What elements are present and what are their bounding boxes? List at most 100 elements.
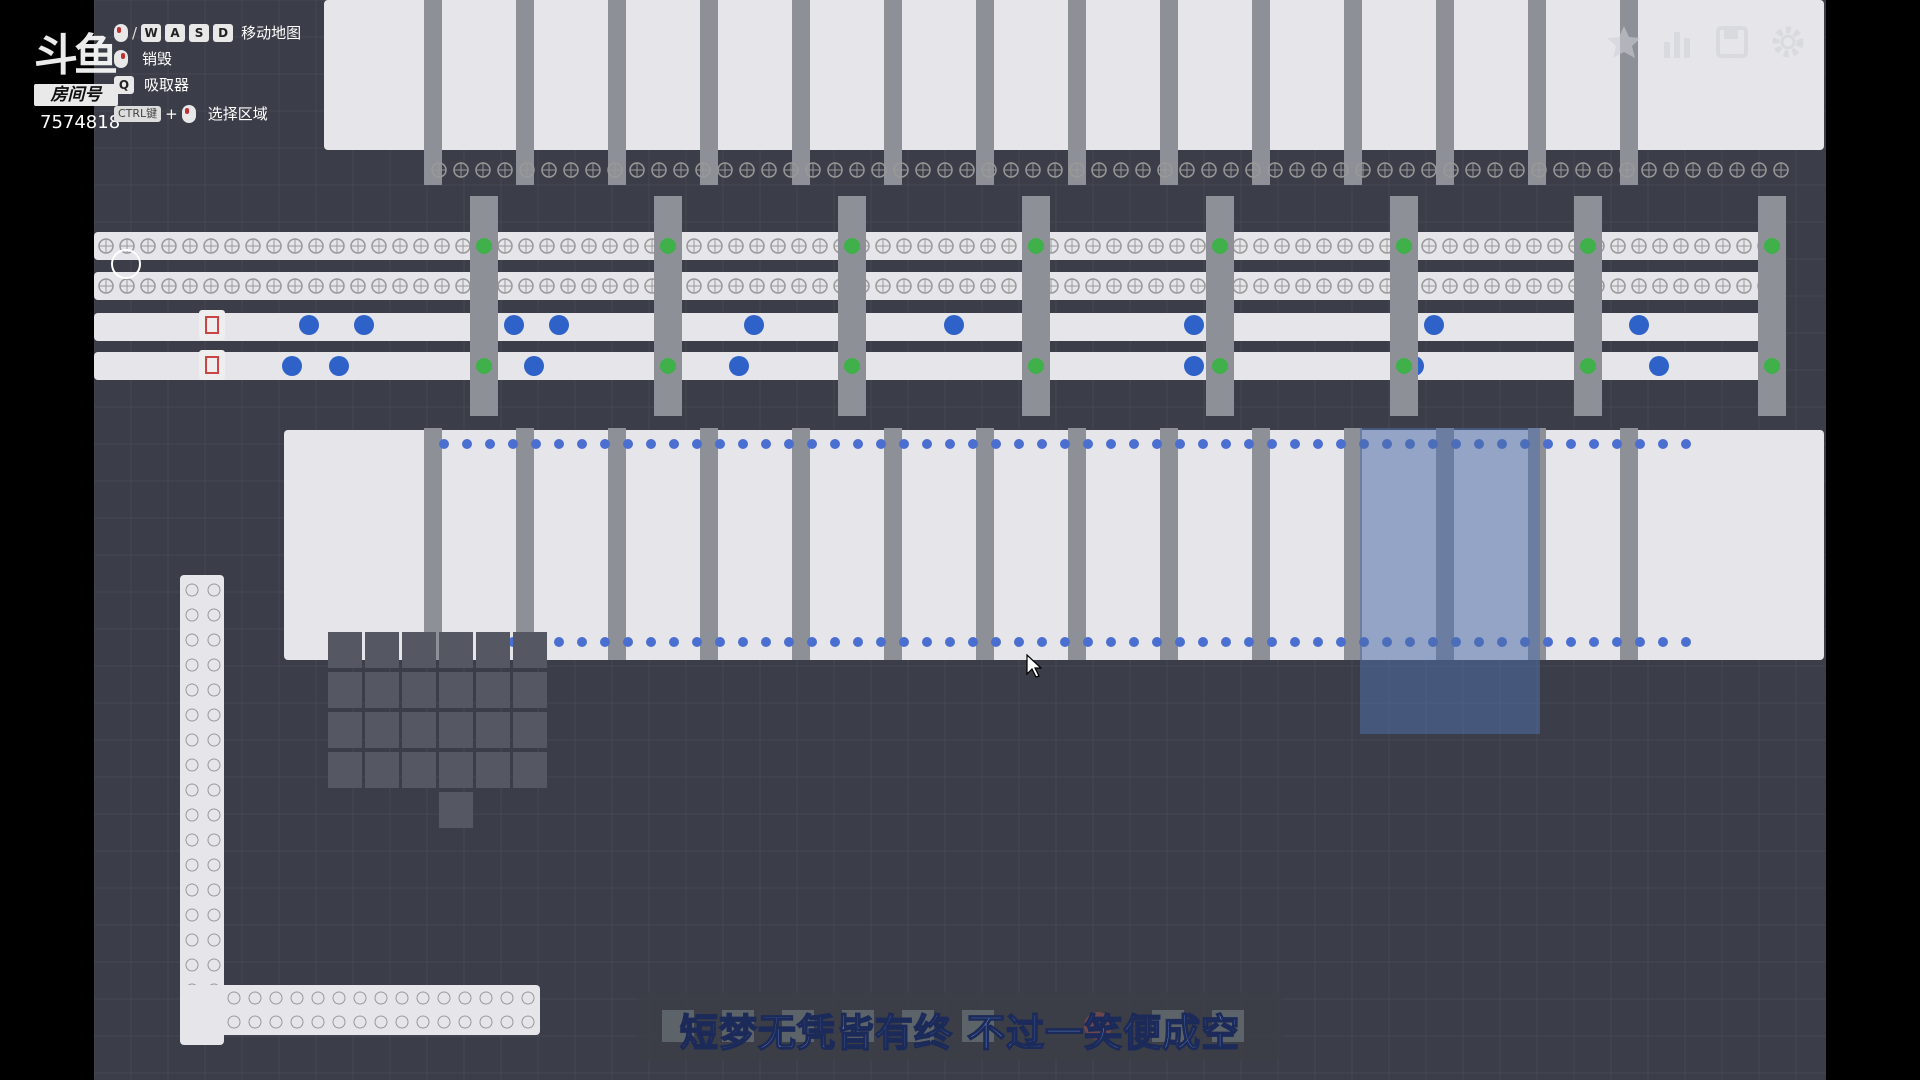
machine-column[interactable] <box>792 0 810 185</box>
chart-icon[interactable] <box>1658 22 1698 62</box>
empty-slot[interactable] <box>513 632 547 668</box>
blue-node[interactable] <box>504 315 524 335</box>
empty-slot[interactable] <box>476 672 510 708</box>
splitter[interactable] <box>654 196 682 416</box>
machine-column[interactable] <box>884 0 902 185</box>
belt-middle-block[interactable] <box>284 430 1824 660</box>
empty-slot[interactable] <box>365 632 399 668</box>
machine-column[interactable] <box>1160 428 1178 660</box>
empty-slot[interactable] <box>439 792 473 828</box>
machine-column[interactable] <box>608 0 626 185</box>
control-label: 移动地图 <box>241 24 302 42</box>
mouse-cursor-icon <box>1026 654 1042 678</box>
empty-slot[interactable] <box>402 672 436 708</box>
blue-node[interactable] <box>1184 356 1204 376</box>
machine-column[interactable] <box>1068 0 1086 185</box>
machine-column[interactable] <box>516 0 534 185</box>
machine-column[interactable] <box>700 428 718 660</box>
settings-icon[interactable] <box>1768 22 1808 62</box>
belt-row-3[interactable] <box>94 313 1774 341</box>
empty-slot[interactable] <box>476 712 510 748</box>
separator: / <box>132 23 138 42</box>
room-label: 房间号 <box>34 84 118 106</box>
splitter[interactable] <box>1574 196 1602 416</box>
empty-slot[interactable] <box>328 712 362 748</box>
belt-row-1[interactable] <box>94 232 1774 260</box>
belt-row-2[interactable] <box>94 272 1774 300</box>
blue-node[interactable] <box>354 315 374 335</box>
machine-column[interactable] <box>1528 0 1546 185</box>
blue-node[interactable] <box>524 356 544 376</box>
splitter[interactable] <box>1022 196 1050 416</box>
machine-column[interactable] <box>1620 428 1638 660</box>
blue-node[interactable] <box>1184 315 1204 335</box>
splitter[interactable] <box>838 196 866 416</box>
control-hint-pipette: Q 吸取器 <box>114 74 189 95</box>
trash-icon[interactable] <box>199 350 225 380</box>
control-label: 选择区域 <box>207 105 268 123</box>
mouse-icon <box>114 23 128 42</box>
mouse-right-icon <box>114 49 128 68</box>
empty-slot[interactable] <box>365 712 399 748</box>
empty-slot[interactable] <box>439 672 473 708</box>
machine-column[interactable] <box>1252 0 1270 185</box>
blue-node[interactable] <box>1629 315 1649 335</box>
blue-node[interactable] <box>1424 315 1444 335</box>
selection-area[interactable] <box>1360 428 1540 734</box>
save-icon[interactable] <box>1712 22 1752 62</box>
empty-slot[interactable] <box>476 752 510 788</box>
empty-slot[interactable] <box>439 712 473 748</box>
machine-column[interactable] <box>1436 0 1454 185</box>
blue-node[interactable] <box>729 356 749 376</box>
empty-slot[interactable] <box>402 712 436 748</box>
key-d: D <box>213 23 234 42</box>
blue-node[interactable] <box>944 315 964 335</box>
empty-slot[interactable] <box>513 672 547 708</box>
empty-slot[interactable] <box>365 752 399 788</box>
empty-slot[interactable] <box>402 632 436 668</box>
machine-column[interactable] <box>884 428 902 660</box>
machine-column[interactable] <box>1252 428 1270 660</box>
empty-slot[interactable] <box>328 672 362 708</box>
factory-map[interactable] <box>94 0 1826 1080</box>
empty-slot[interactable] <box>513 712 547 748</box>
machine-column[interactable] <box>424 428 442 660</box>
empty-slot[interactable] <box>365 672 399 708</box>
machine-column[interactable] <box>700 0 718 185</box>
machine-column[interactable] <box>976 0 994 185</box>
empty-slot[interactable] <box>328 632 362 668</box>
douyu-logo: 斗鱼 房间号 <box>30 30 122 110</box>
star-icon[interactable] <box>1604 22 1644 62</box>
empty-slot[interactable] <box>439 632 473 668</box>
blue-node[interactable] <box>299 315 319 335</box>
control-hint-move: / W A S D 移动地图 <box>114 22 301 43</box>
splitter[interactable] <box>470 196 498 416</box>
control-label: 吸取器 <box>144 76 190 94</box>
machine-column[interactable] <box>792 428 810 660</box>
empty-slot[interactable] <box>402 752 436 788</box>
machine-column[interactable] <box>608 428 626 660</box>
splitter[interactable] <box>1390 196 1418 416</box>
empty-slot[interactable] <box>439 752 473 788</box>
trash-icon[interactable] <box>199 310 225 340</box>
blue-node[interactable] <box>549 315 569 335</box>
machine-column[interactable] <box>1068 428 1086 660</box>
empty-slot[interactable] <box>513 752 547 788</box>
splitter[interactable] <box>1206 196 1234 416</box>
blue-node[interactable] <box>329 356 349 376</box>
game-viewport[interactable] <box>94 0 1826 1080</box>
blue-node[interactable] <box>1649 356 1669 376</box>
machine-column[interactable] <box>1344 0 1362 185</box>
machine-column[interactable] <box>976 428 994 660</box>
machine-column[interactable] <box>1344 428 1362 660</box>
empty-slot[interactable] <box>476 632 510 668</box>
blue-node[interactable] <box>282 356 302 376</box>
plus-sign: + <box>165 104 178 123</box>
empty-slot[interactable] <box>328 752 362 788</box>
room-number: 7574818 <box>40 112 121 133</box>
machine-column[interactable] <box>516 428 534 660</box>
machine-column[interactable] <box>1160 0 1178 185</box>
splitter[interactable] <box>1758 196 1786 416</box>
machine-column[interactable] <box>424 0 442 185</box>
blue-node[interactable] <box>744 315 764 335</box>
